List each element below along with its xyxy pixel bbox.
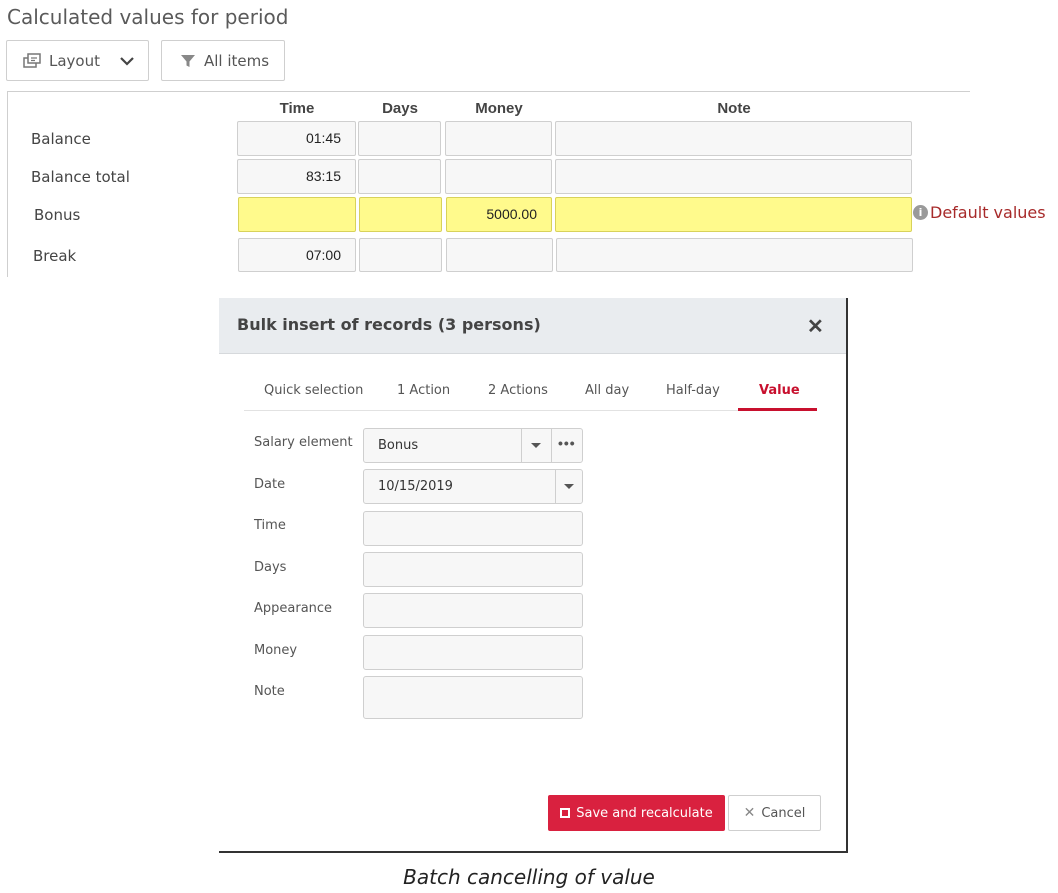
tab-2-actions[interactable]: 2 Actions bbox=[488, 383, 548, 398]
tab-value[interactable]: Value bbox=[759, 383, 800, 398]
cell-balance-money[interactable] bbox=[445, 121, 552, 156]
cell-balance-time[interactable]: 01:45 bbox=[237, 121, 356, 156]
cell-bonus-time[interactable] bbox=[238, 197, 356, 232]
appearance-label: Appearance bbox=[254, 601, 333, 616]
filter-button-label: All items bbox=[204, 51, 270, 70]
cell-bonus-money[interactable]: 5000.00 bbox=[446, 197, 552, 232]
tab-half-day[interactable]: Half-day bbox=[666, 383, 720, 398]
days-label: Days bbox=[254, 560, 287, 575]
table-divider bbox=[8, 91, 970, 92]
column-header-days: Days bbox=[382, 100, 418, 117]
filter-icon bbox=[181, 54, 195, 67]
more-icon[interactable]: ••• bbox=[558, 435, 576, 451]
cell-balance-total-note[interactable] bbox=[555, 159, 912, 194]
default-values-note: i Default values bbox=[913, 203, 1046, 222]
salary-element-label: Salary element bbox=[254, 435, 353, 450]
row-label-break: Break bbox=[33, 247, 77, 265]
cell-bonus-note[interactable] bbox=[555, 197, 912, 232]
layout-button[interactable]: Layout bbox=[6, 40, 149, 81]
close-icon[interactable]: ✕ bbox=[807, 314, 824, 339]
salary-element-select[interactable]: Bonus ••• bbox=[363, 428, 583, 463]
cell-balance-days[interactable] bbox=[358, 121, 441, 156]
cell-break-note[interactable] bbox=[556, 238, 913, 272]
default-values-label: Default values bbox=[930, 203, 1046, 222]
save-button-label: Save and recalculate bbox=[576, 805, 713, 821]
save-icon bbox=[560, 808, 571, 818]
appearance-input[interactable] bbox=[363, 593, 583, 628]
figure-caption: Batch cancelling of value bbox=[403, 865, 655, 889]
active-tab-indicator bbox=[738, 408, 817, 411]
cell-bonus-days[interactable] bbox=[359, 197, 442, 232]
bulk-insert-dialog: Bulk insert of records (3 persons) ✕ Qui… bbox=[219, 298, 848, 853]
note-input[interactable] bbox=[363, 676, 583, 719]
layout-icon bbox=[23, 52, 41, 68]
table-left-border bbox=[7, 91, 8, 277]
chevron-down-icon[interactable] bbox=[531, 443, 541, 448]
row-label-bonus: Bonus bbox=[34, 206, 81, 224]
row-label-balance-total: Balance total bbox=[31, 168, 130, 186]
cell-balance-note[interactable] bbox=[555, 121, 912, 156]
tab-quick-selection[interactable]: Quick selection bbox=[264, 383, 363, 398]
cell-balance-total-time[interactable]: 83:15 bbox=[237, 159, 356, 194]
cell-break-money[interactable] bbox=[446, 238, 553, 272]
date-label: Date bbox=[254, 477, 286, 492]
chevron-down-icon[interactable] bbox=[564, 484, 574, 489]
time-input[interactable] bbox=[363, 511, 583, 546]
cancel-button-label: Cancel bbox=[761, 805, 806, 821]
money-label: Money bbox=[254, 643, 298, 658]
dialog-title: Bulk insert of records (3 persons) bbox=[237, 315, 541, 334]
cell-balance-total-days[interactable] bbox=[358, 159, 441, 194]
chevron-down-icon bbox=[120, 56, 134, 66]
tab-1-action[interactable]: 1 Action bbox=[397, 383, 450, 398]
filter-button[interactable]: All items bbox=[161, 40, 285, 81]
time-label: Time bbox=[254, 518, 286, 533]
column-header-money: Money bbox=[475, 100, 523, 117]
cancel-button[interactable]: ✕ Cancel bbox=[728, 795, 821, 831]
tab-all-day[interactable]: All day bbox=[585, 383, 629, 398]
date-value: 10/15/2019 bbox=[378, 479, 453, 494]
column-header-time: Time bbox=[279, 100, 315, 117]
cell-break-days[interactable] bbox=[359, 238, 442, 272]
date-picker[interactable]: 10/15/2019 bbox=[363, 469, 583, 504]
money-input[interactable] bbox=[363, 635, 583, 670]
salary-element-value: Bonus bbox=[378, 438, 419, 453]
close-icon: ✕ bbox=[743, 805, 756, 821]
days-input[interactable] bbox=[363, 552, 583, 587]
save-and-recalculate-button[interactable]: Save and recalculate bbox=[548, 795, 725, 831]
page-title: Calculated values for period bbox=[7, 5, 289, 29]
note-label: Note bbox=[254, 684, 285, 699]
cell-break-time[interactable]: 07:00 bbox=[238, 238, 356, 272]
column-header-note: Note bbox=[717, 100, 751, 117]
row-label-balance: Balance bbox=[31, 130, 91, 148]
cell-balance-total-money[interactable] bbox=[445, 159, 552, 194]
info-icon: i bbox=[913, 205, 928, 220]
layout-button-label: Layout bbox=[49, 51, 100, 70]
